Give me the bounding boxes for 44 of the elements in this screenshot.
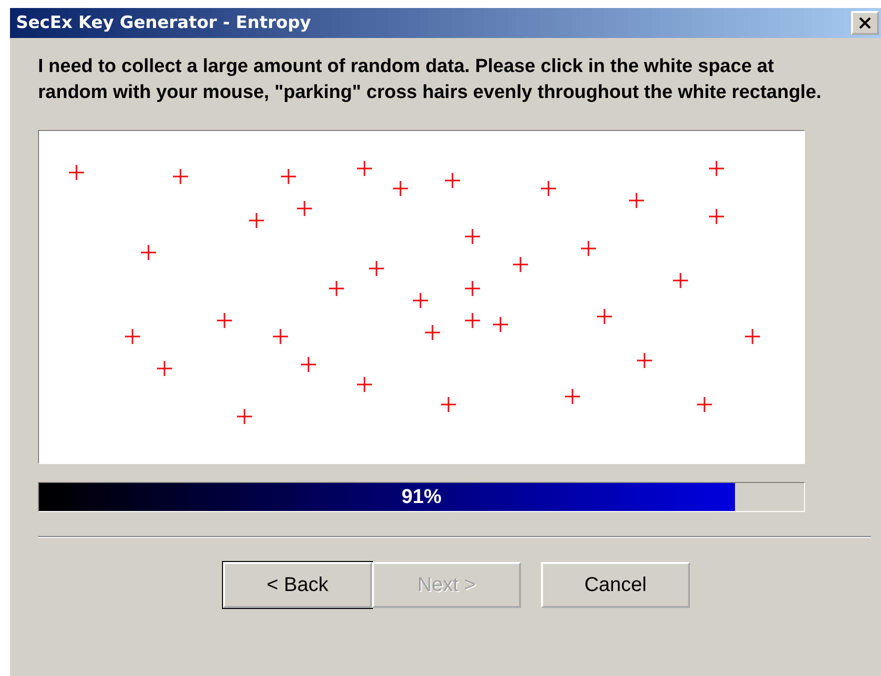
crosshair-icon (464, 280, 481, 297)
crosshair-icon (68, 164, 85, 181)
crosshair-icon (444, 172, 461, 189)
crosshair-icon (172, 168, 189, 185)
crosshair-icon (156, 360, 173, 377)
window-title: SecEx Key Generator - Entropy (16, 13, 311, 33)
crosshair-icon (356, 376, 373, 393)
progress-label: 91% (400, 485, 443, 510)
crosshair-icon (140, 244, 157, 261)
crosshair-icon (440, 396, 457, 413)
crosshair-icon (464, 228, 481, 245)
crosshair-icon (512, 256, 529, 273)
crosshair-icon (672, 272, 689, 289)
crosshair-icon (216, 312, 233, 329)
wizard-button[interactable]: < Back (223, 562, 372, 608)
crosshair-icon (248, 212, 265, 229)
crosshair-icon (356, 160, 373, 177)
crosshair-icon (392, 180, 409, 197)
crosshair-icon (628, 192, 645, 209)
crosshair-icon (744, 328, 761, 345)
close-button[interactable] (851, 11, 879, 35)
crosshair-icon (272, 328, 289, 345)
crosshair-icon (708, 160, 725, 177)
crosshair-icon (368, 260, 385, 277)
crosshair-icon (424, 324, 441, 341)
crosshair-icon (464, 312, 481, 329)
crosshair-icon (540, 180, 557, 197)
crosshair-icon (328, 280, 345, 297)
crosshair-icon (580, 240, 597, 257)
crosshair-icon (564, 388, 581, 405)
instruction-text: I need to collect a large amount of random data. Please click in the white space at random with your mouse, "parking" cross hairs evenly throughout the white rectangle. (38, 55, 822, 105)
crosshair-icon (708, 208, 725, 225)
crosshair-icon (596, 308, 613, 325)
crosshair-icon (296, 200, 313, 217)
crosshair-icon (412, 292, 429, 309)
crosshair-icon (280, 168, 297, 185)
crosshair-icon (492, 316, 509, 333)
wizard-button[interactable]: Cancel (541, 562, 690, 608)
close-icon (858, 17, 872, 29)
crosshair-icon (300, 356, 317, 373)
crosshair-icon (696, 396, 713, 413)
crosshair-icon (124, 328, 141, 345)
crosshair-icon (236, 408, 253, 425)
crosshair-icon (636, 352, 653, 369)
